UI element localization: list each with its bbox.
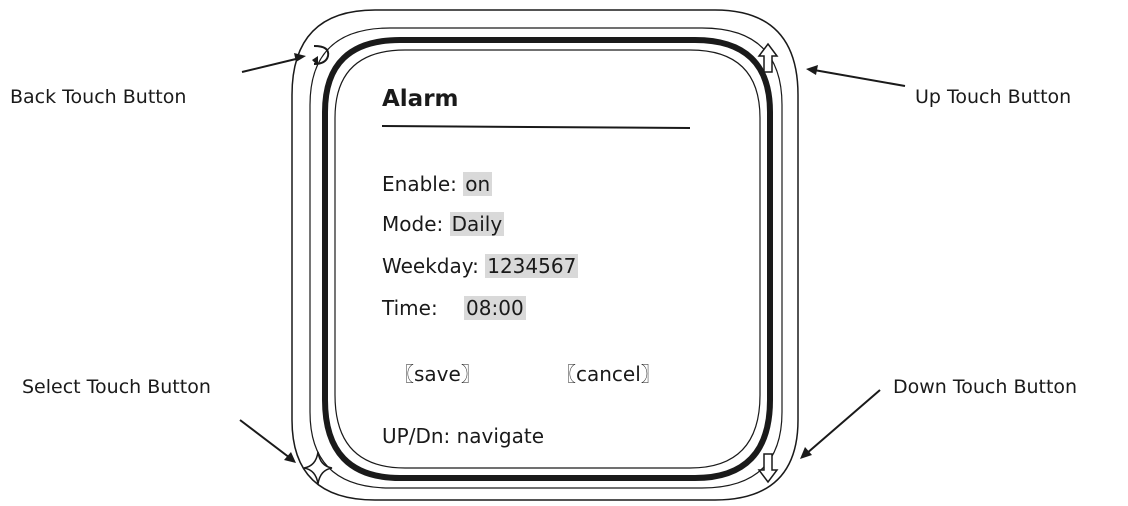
cancel-button[interactable]: 〖cancel〗: [556, 358, 661, 387]
enable-value[interactable]: on: [463, 172, 493, 196]
mode-label: Mode:: [382, 212, 444, 236]
down-arrow-icon[interactable]: [757, 453, 779, 484]
save-button[interactable]: 〖save〗: [394, 358, 481, 387]
navigation-hint: UP/Dn: navigate: [382, 424, 545, 448]
callout-arrow-select: [239, 419, 296, 463]
enable-label: Enable:: [382, 172, 457, 196]
down-button-label: Down Touch Button: [893, 376, 1078, 398]
callout-arrow-down: [800, 389, 881, 459]
back-arrow-icon[interactable]: [312, 45, 330, 66]
enable-row[interactable]: Enable: on: [382, 172, 493, 196]
device-diagram: [239, 9, 906, 501]
four-point-star-icon[interactable]: [303, 451, 333, 485]
callout-arrow-up: [806, 65, 906, 87]
time-row[interactable]: Time: 08:00: [382, 296, 526, 320]
weekday-value[interactable]: 1234567: [485, 254, 579, 278]
back-button-label: Back Touch Button: [10, 86, 187, 108]
time-label: Time:: [382, 296, 438, 320]
weekday-label: Weekday:: [382, 254, 479, 278]
mode-value[interactable]: Daily: [449, 212, 505, 236]
select-button-label: Select Touch Button: [22, 376, 211, 398]
mode-row[interactable]: Mode: Daily: [382, 212, 505, 236]
up-button-label: Up Touch Button: [915, 86, 1072, 108]
weekday-row[interactable]: Weekday: 1234567: [382, 254, 579, 278]
title-underline: [381, 125, 691, 129]
screen-title: Alarm: [382, 86, 459, 112]
time-value[interactable]: 08:00: [464, 296, 526, 320]
